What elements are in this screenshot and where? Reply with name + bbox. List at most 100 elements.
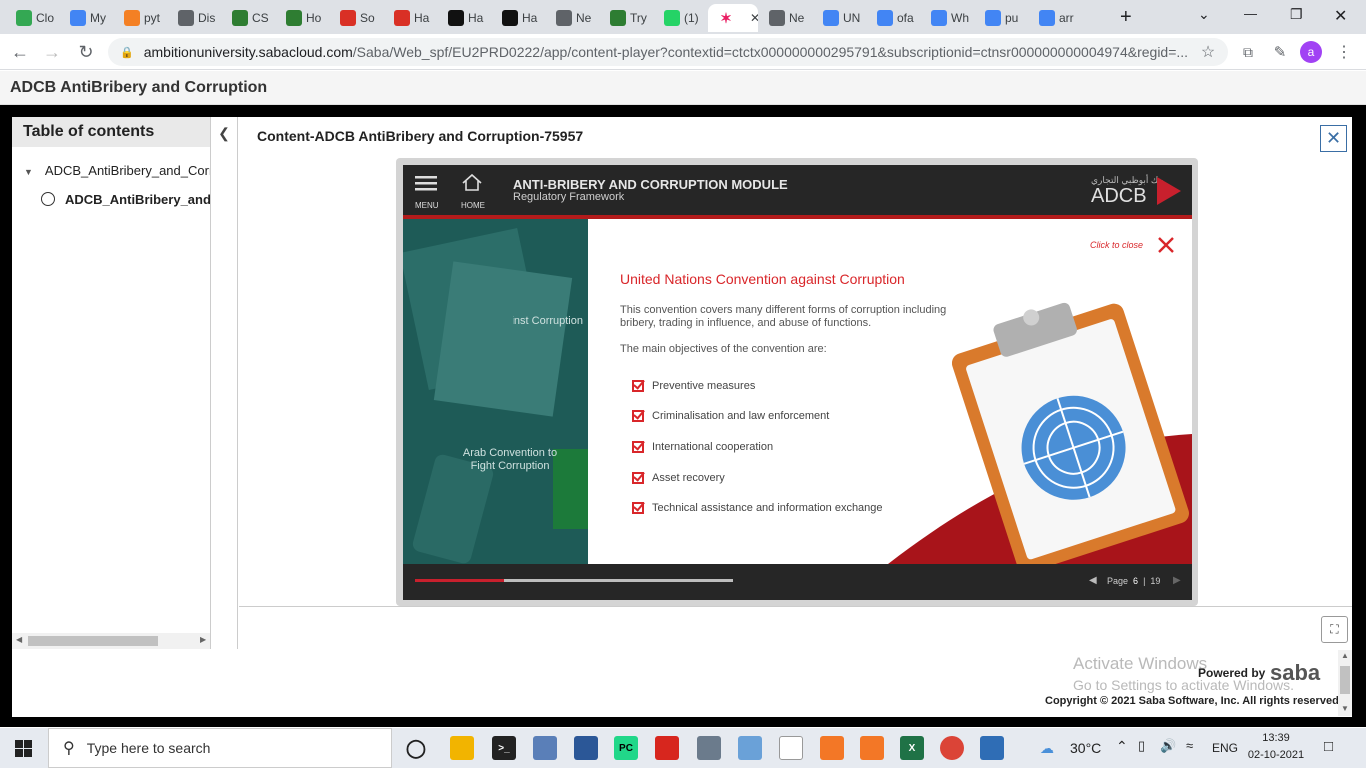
close-tab-icon[interactable]: ✕ [750,11,758,25]
excel-icon[interactable]: X [900,736,924,760]
language-indicator[interactable]: ENG [1212,741,1238,755]
browser-tab[interactable]: Ne [759,4,812,32]
slide-title: United Nations Convention against Corrup… [620,271,905,287]
tab-search-icon[interactable]: ⌄ [1198,6,1210,23]
chrome-menu-icon[interactable]: ⋮ [1332,40,1356,64]
slide-paragraph: This convention covers many different fo… [620,304,947,329]
calculator-icon[interactable] [697,736,721,760]
slide-close-icon[interactable] [1158,237,1174,253]
clock-time[interactable]: 13:39 [1246,732,1306,744]
fullscreen-button[interactable]: ⛶ [1321,616,1348,643]
browser-tab[interactable]: Dis [168,4,221,32]
browser-tab[interactable]: Ha [492,4,545,32]
browser-tab[interactable]: UN [813,4,866,32]
clock-date[interactable]: 02-10-2021 [1246,749,1306,761]
task-view-icon[interactable]: ◯ [404,736,428,760]
toc-horizontal-scrollbar[interactable]: ◀ ▶ [12,633,210,649]
minimize-window-icon[interactable]: — [1244,6,1257,21]
scrollbar-thumb[interactable] [28,636,158,646]
browser-tab[interactable]: CS [222,4,275,32]
new-tab-icon[interactable]: + [1120,6,1132,29]
file-explorer-icon[interactable] [450,736,474,760]
click-to-close-label[interactable]: Click to close [1090,240,1143,250]
browser-tab-label: arr [1059,11,1074,25]
checkbox-checked-icon [632,380,644,392]
toc-collapse-chevron-icon[interactable]: ❮ [212,121,236,145]
photos-icon[interactable] [980,736,1004,760]
tray-chevron-up-icon[interactable]: ⌃ [1116,738,1128,755]
browser-tab[interactable]: Try [600,4,653,32]
left-text-arab-convention[interactable]: Arab Convention to Fight Corruption [455,447,565,473]
temperature[interactable]: 30°C [1070,740,1101,756]
progress-track[interactable] [415,579,733,582]
weather-icon[interactable]: ☁ [1040,740,1054,757]
extensions-puzzle-icon[interactable]: ✎ [1268,40,1292,64]
clipboard-un-emblem-illustration [952,302,1189,564]
objective-label: International cooperation [652,441,774,453]
scroll-right-arrow-icon[interactable]: ▶ [200,635,206,644]
browser-tab[interactable]: pyt [114,4,167,32]
scroll-left-arrow-icon[interactable]: ◀ [16,635,22,644]
restore-window-icon[interactable]: ❐ [1290,6,1303,23]
browser-tab[interactable]: ofa [867,4,920,32]
extension-copy-icon[interactable]: ⧉ [1236,40,1260,64]
browser-tab[interactable]: Wh [921,4,974,32]
notifications-icon[interactable]: □ [1324,738,1333,755]
chrome-icon[interactable] [940,736,964,760]
forward-arrow-icon[interactable]: → [40,40,64,64]
browser-tab-label: Try [630,11,647,25]
address-bar[interactable]: 🔒 ambitionuniversity.sabacloud.com/Saba/… [108,38,1228,66]
next-page-arrow-icon[interactable]: ▶ [1173,575,1181,586]
reload-icon[interactable]: ↻ [74,40,98,64]
home-button[interactable]: HOME [461,173,487,210]
browser-tab-label: UN [843,11,861,25]
browser-tab[interactable]: Ha [384,4,437,32]
volume-icon[interactable]: 🔊 [1160,738,1176,754]
left-text-un-convention[interactable]: United Nations Convention against Corrup… [513,315,583,328]
blank-file-icon[interactable] [779,736,803,760]
scroll-down-arrow-icon[interactable]: ▼ [1341,704,1349,713]
pycharm-icon[interactable]: PC [614,736,638,760]
back-arrow-icon[interactable]: ← [8,40,32,64]
profile-avatar[interactable]: a [1300,41,1322,63]
command-prompt-icon[interactable]: >_ [492,736,516,760]
menu-button[interactable]: MENU [415,173,439,210]
scrollbar-thumb[interactable] [1340,666,1350,694]
browser-tab[interactable]: Clo [6,4,59,32]
browser-tab[interactable]: Ho [276,4,329,32]
close-content-button[interactable]: ✕ [1320,125,1347,152]
visual-studio-icon[interactable] [574,736,598,760]
gmail-icon [394,10,410,26]
browser-tab[interactable]: Ne [546,4,599,32]
browser-tab[interactable]: So [330,4,383,32]
battery-icon[interactable]: ▯ [1138,738,1145,754]
toc-item-child[interactable]: ADCB_AntiBribery_and_Corruption [41,192,210,207]
browser-tab[interactable]: ✶ ✕ [708,4,758,32]
prev-page-arrow-icon[interactable]: ◀ [1089,575,1097,586]
stackoverflow-icon [124,10,140,26]
jupyter-icon[interactable] [820,736,844,760]
adcb-logo-arrow-icon [1157,177,1181,205]
jupyter-icon[interactable] [860,736,884,760]
bookmark-star-icon[interactable]: ☆ [1196,40,1220,64]
toc-item-parent[interactable]: ▼ ADCB_AntiBribery_and_Corruption [24,163,210,178]
notepad-icon[interactable] [533,736,557,760]
wifi-icon[interactable]: ≈ [1186,738,1193,753]
objective-label: Technical assistance and information exc… [652,502,883,514]
checkbox-checked-icon [632,441,644,453]
close-window-icon[interactable]: ✕ [1334,6,1347,26]
google-icon [823,10,839,26]
saba-header: ADCB AntiBribery and Corruption [0,71,1366,105]
browser-tab[interactable]: Ha [438,4,491,32]
windows-start-icon[interactable] [15,740,32,757]
browser-tab[interactable]: (1) [654,4,707,32]
taskbar-search-box[interactable]: ⚲ Type here to search [48,728,392,768]
browser-tab[interactable]: My [60,4,113,32]
browser-tab[interactable]: pu [975,4,1028,32]
page-vertical-scrollbar[interactable]: ▲ ▼ [1338,650,1352,716]
scroll-up-arrow-icon[interactable]: ▲ [1341,651,1349,660]
slide-content: Click to close United Nations Convention… [588,219,1192,564]
adobe-reader-icon[interactable] [655,736,679,760]
paint-icon[interactable] [738,736,762,760]
browser-tab[interactable]: arr [1029,4,1082,32]
